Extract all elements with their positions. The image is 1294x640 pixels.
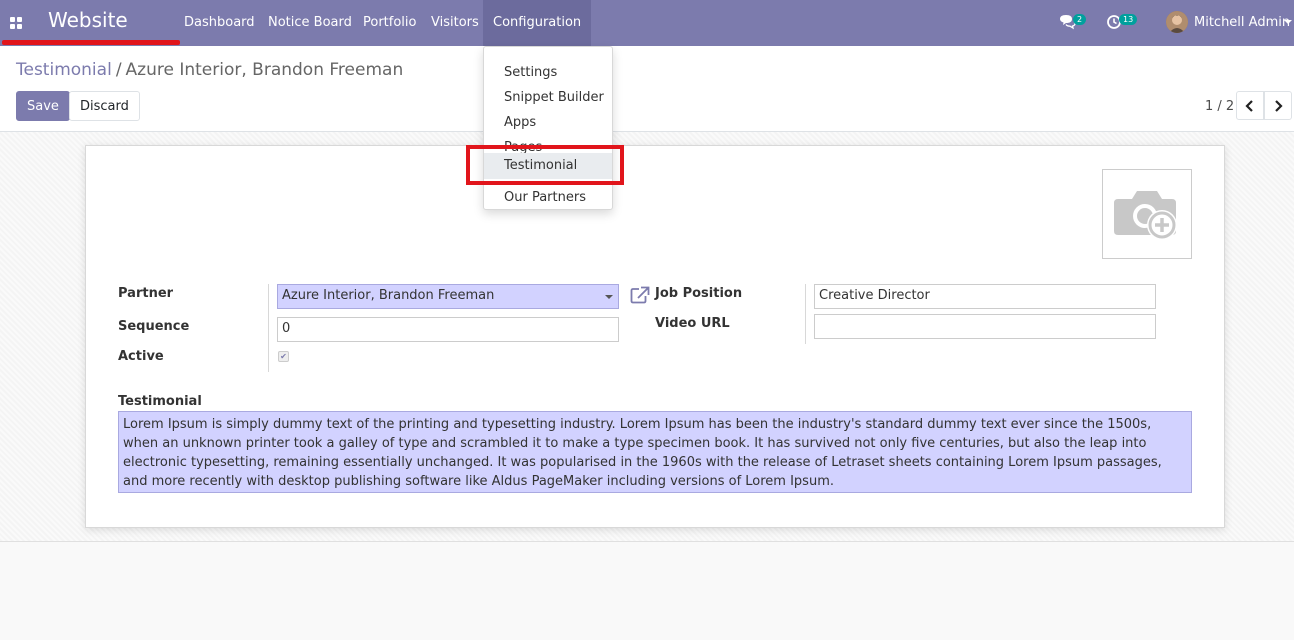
- activities-badge: 13: [1119, 14, 1138, 25]
- sequence-input[interactable]: 0: [277, 317, 619, 342]
- sequence-label: Sequence: [118, 319, 190, 334]
- menu-notice-board[interactable]: Notice Board: [268, 15, 352, 30]
- control-panel: Testimonial / Azure Interior, Brandon Free…: [0, 46, 1294, 132]
- dropdown-item-our-partners[interactable]: Our Partners: [484, 184, 612, 208]
- breadcrumb-separator: /: [115, 60, 122, 80]
- user-menu-caret-icon[interactable]: [1284, 20, 1292, 24]
- partner-select-value: Azure Interior, Brandon Freeman: [282, 288, 495, 303]
- partner-label: Partner: [118, 286, 174, 301]
- discard-button[interactable]: Discard: [69, 91, 140, 121]
- field-separator-right: [805, 284, 806, 344]
- dropdown-item-snippet-builder[interactable]: Snippet Builder: [484, 84, 612, 108]
- camera-plus-icon: [1114, 191, 1177, 240]
- chevron-left-icon: [1245, 99, 1253, 112]
- chevron-right-icon: [1275, 99, 1283, 112]
- partner-select[interactable]: Azure Interior, Brandon Freeman: [277, 284, 619, 309]
- chevron-down-icon: [605, 295, 613, 299]
- dropdown-item-apps[interactable]: Apps: [484, 109, 612, 133]
- image-upload-placeholder[interactable]: [1102, 169, 1192, 259]
- configuration-dropdown: Settings Snippet Builder Apps Pages Test…: [483, 46, 613, 210]
- menu-visitors[interactable]: Visitors: [431, 15, 479, 30]
- video-url-input[interactable]: [814, 314, 1156, 339]
- active-label: Active: [118, 349, 164, 364]
- annotation-highlight-box: [466, 145, 624, 185]
- field-separator-left: [268, 284, 269, 372]
- breadcrumb-parent[interactable]: Testimonial: [16, 60, 112, 80]
- user-avatar[interactable]: [1166, 11, 1188, 33]
- save-button[interactable]: Save: [16, 91, 70, 121]
- app-title[interactable]: Website: [48, 8, 128, 32]
- user-name[interactable]: Mitchell Admin: [1194, 15, 1290, 30]
- job-position-label: Job Position: [655, 286, 743, 301]
- messages-badge: 2: [1073, 14, 1087, 25]
- testimonial-textarea[interactable]: Lorem Ipsum is simply dummy text of the …: [118, 411, 1192, 493]
- annotation-underline: [2, 40, 180, 45]
- top-navbar: Website Dashboard Notice Board Portfolio…: [0, 0, 1294, 46]
- breadcrumb: Testimonial / Azure Interior, Brandon Free…: [16, 60, 403, 80]
- job-position-input[interactable]: Creative Director: [814, 284, 1156, 309]
- pager-value[interactable]: 1 / 2: [1205, 99, 1234, 114]
- active-checkbox[interactable]: ✔: [278, 351, 289, 362]
- dropdown-item-settings[interactable]: Settings: [484, 59, 612, 83]
- pager-previous-button[interactable]: [1236, 91, 1264, 120]
- external-link-icon[interactable]: [630, 286, 650, 304]
- menu-dashboard[interactable]: Dashboard: [184, 15, 255, 30]
- pager-next-button[interactable]: [1264, 91, 1292, 120]
- menu-configuration[interactable]: Configuration: [483, 0, 592, 46]
- testimonial-label: Testimonial: [118, 394, 202, 409]
- video-url-label: Video URL: [655, 316, 730, 331]
- menu-portfolio[interactable]: Portfolio: [363, 15, 416, 30]
- breadcrumb-current: Azure Interior, Brandon Freeman: [125, 60, 404, 80]
